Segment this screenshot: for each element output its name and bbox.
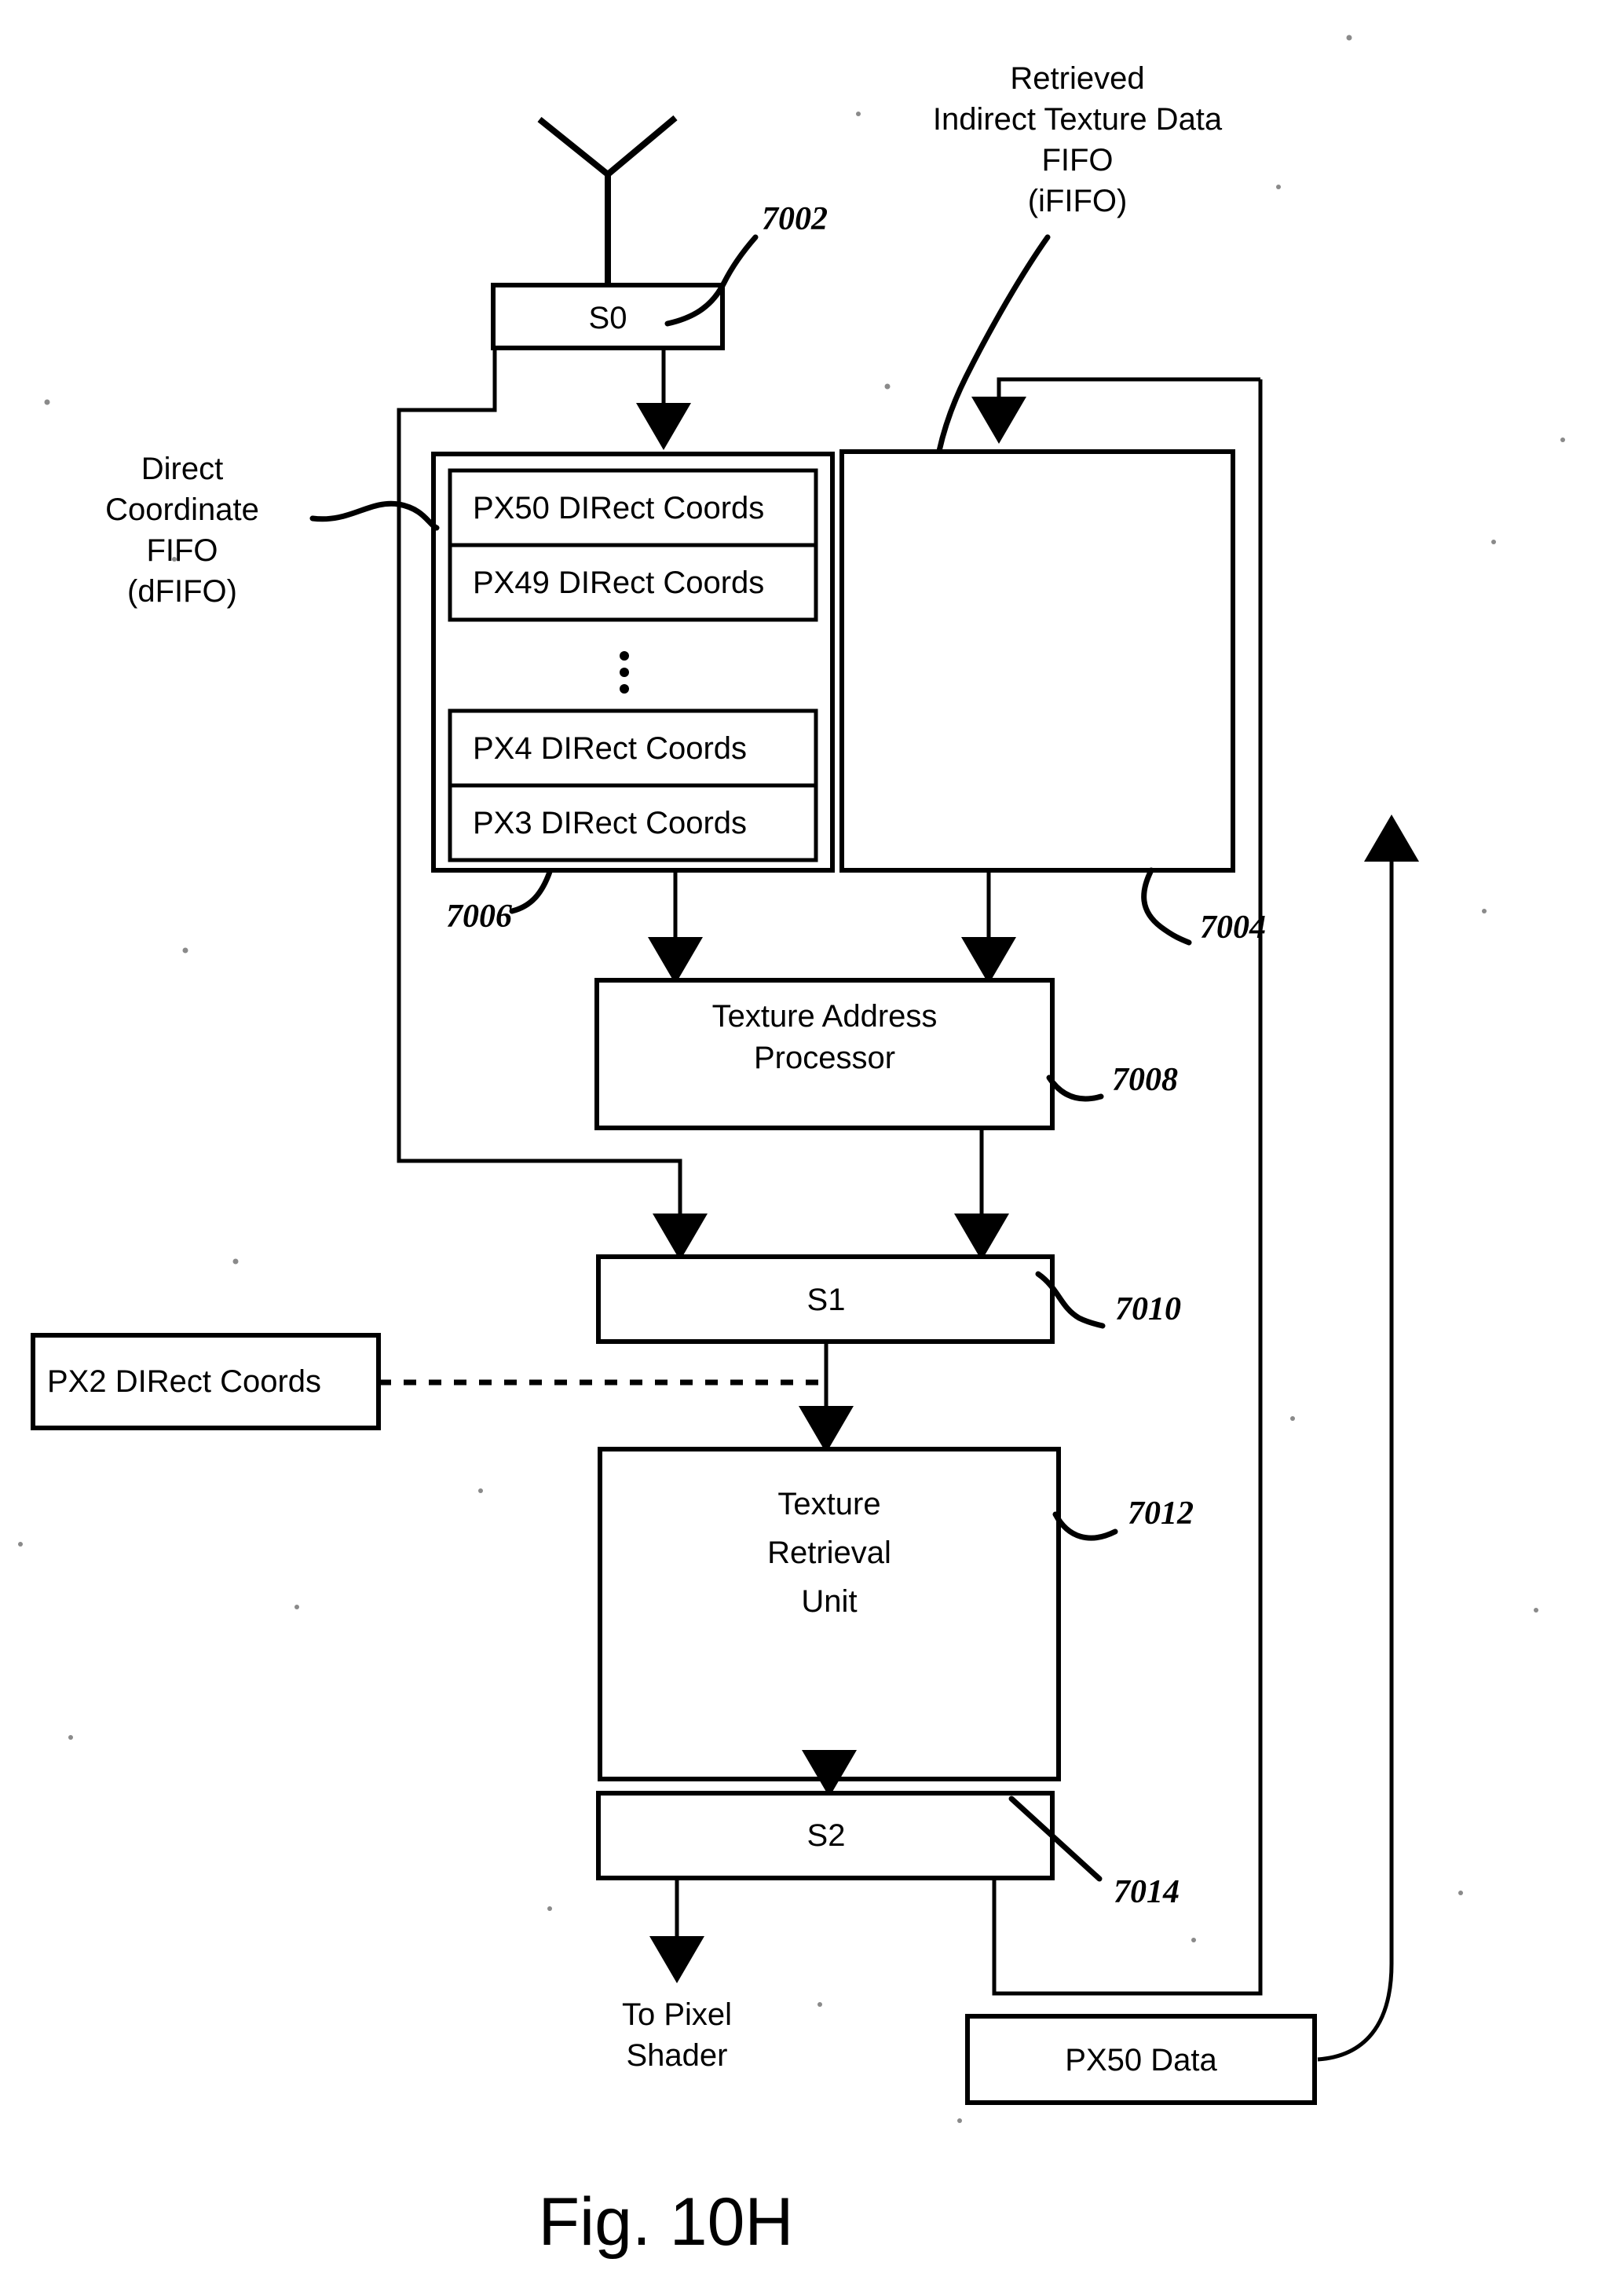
block-tru-label-line1: Texture (777, 1487, 880, 1521)
block-ififo[interactable] (839, 449, 1235, 873)
ref-number-7014: 7014 (1114, 1874, 1180, 1910)
block-tap-label-line2: Processor (754, 1041, 895, 1075)
block-tru-label-line2: Retrieval (767, 1536, 891, 1570)
label-output-line1: To Pixel (622, 1997, 732, 2032)
lead-line-7006 (509, 869, 553, 914)
label-dfifo-line1: Direct (141, 452, 223, 486)
lead-line-7012 (1052, 1511, 1118, 1541)
lead-line-dfifo-label (309, 500, 440, 531)
lead-line-7004 (1141, 867, 1192, 946)
list-item: PX49 DIRect Coords (473, 566, 764, 600)
block-diagram: S0 7002 PX50 DIRect Coords PX49 DIRect C… (18, 35, 1565, 2260)
block-tru-label-line3: Unit (801, 1584, 857, 1619)
figure-caption: Fig. 10H (538, 2184, 793, 2260)
list-item: PX3 DIRect Coords (473, 806, 747, 840)
block-s2-label: S2 (807, 1818, 846, 1853)
connector-feedback-into-ififo (971, 377, 1260, 444)
ref-number-7010: 7010 (1115, 1291, 1181, 1327)
label-dfifo-line2: Coordinate (105, 492, 259, 527)
lead-line-ififo-label (936, 234, 1051, 454)
patent-figure-page: S0 7002 PX50 DIRect Coords PX49 DIRect C… (0, 0, 1624, 2277)
block-s1-label: S1 (807, 1283, 846, 1317)
ref-number-7004: 7004 (1200, 910, 1266, 946)
list-item: PX4 DIRect Coords (473, 731, 747, 766)
label-output-line2: Shader (627, 2038, 728, 2073)
label-ififo-line3: FIFO (1041, 143, 1113, 178)
lead-line-7008 (1046, 1074, 1104, 1102)
ref-number-7006: 7006 (446, 899, 512, 935)
label-direct-coordinate-fifo: Direct Coordinate FIFO (dFIFO) (105, 452, 440, 609)
label-ififo-line1: Retrieved (1010, 61, 1144, 96)
block-px50-data-label: PX50 Data (1065, 2043, 1217, 2077)
label-dfifo-line4: (dFIFO) (127, 574, 237, 609)
label-ififo-line4: (iFIFO) (1028, 184, 1128, 218)
label-retrieved-indirect-texture-data-fifo: Retrieved Indirect Texture Data FIFO (iF… (933, 61, 1223, 454)
label-dfifo-line3: FIFO (146, 533, 218, 568)
block-px2-direct-coords-label: PX2 DIRect Coords (47, 1364, 321, 1399)
ref-number-7012: 7012 (1128, 1495, 1194, 1532)
vertical-ellipsis-icon (620, 651, 629, 694)
ref-number-7002: 7002 (762, 201, 828, 237)
input-merge-junction (537, 115, 678, 285)
ref-number-7008: 7008 (1112, 1062, 1178, 1098)
connector-px50-data-upward (1317, 815, 1419, 2062)
list-item: PX50 DIRect Coords (473, 491, 764, 525)
block-s0-label: S0 (589, 301, 627, 335)
block-tap-label-line1: Texture Address (712, 999, 938, 1034)
label-ififo-line2: Indirect Texture Data (933, 102, 1223, 137)
